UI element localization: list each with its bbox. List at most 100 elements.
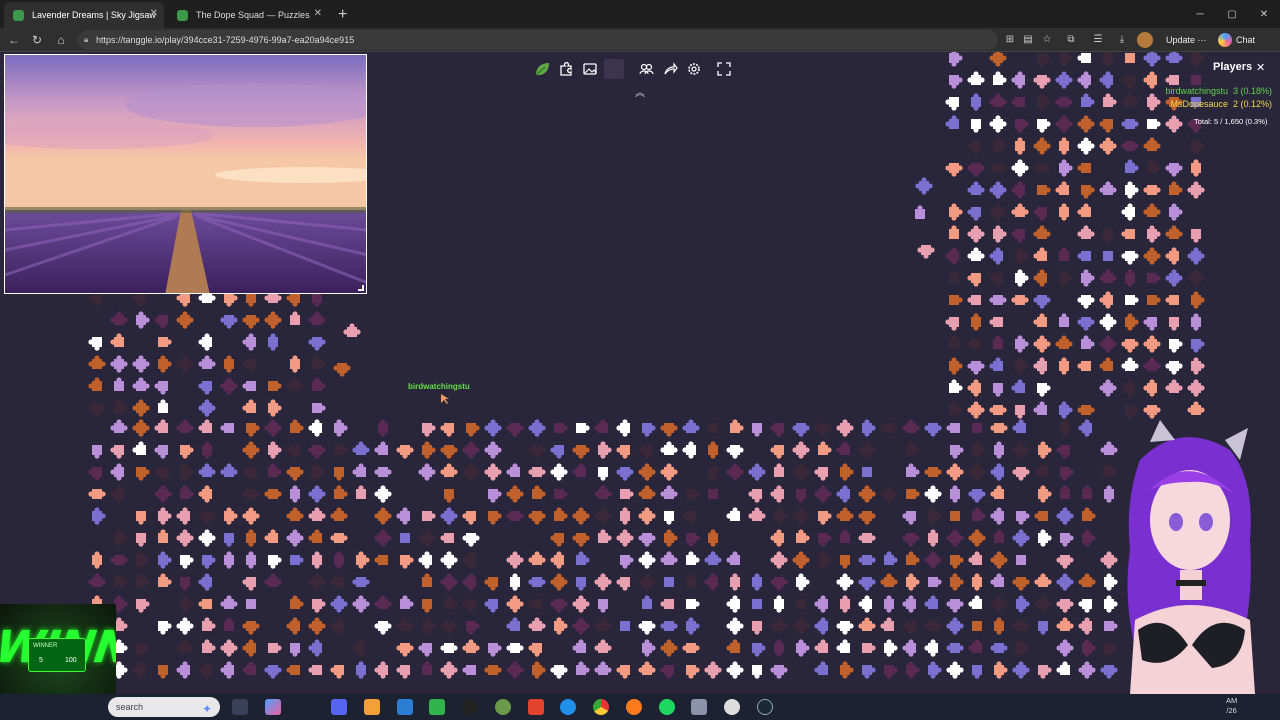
puzzle-piece[interactable] [308, 639, 322, 657]
minimize-icon[interactable]: ─ [1184, 0, 1216, 28]
puzzle-piece[interactable] [726, 639, 740, 653]
puzzle-piece[interactable] [616, 665, 630, 679]
maximize-icon[interactable]: ▢ [1216, 0, 1248, 28]
back-icon[interactable]: ← [6, 32, 22, 48]
puzzle-piece[interactable] [836, 419, 854, 437]
puzzle-piece[interactable] [1147, 295, 1161, 305]
puzzle-piece[interactable] [440, 445, 458, 459]
puzzle-piece[interactable] [308, 573, 326, 591]
puzzle-piece[interactable] [268, 463, 282, 477]
puzzle-piece[interactable] [198, 511, 216, 525]
puzzle-piece[interactable] [967, 247, 985, 261]
puzzle-piece[interactable] [1011, 379, 1025, 393]
puzzle-piece[interactable] [550, 665, 568, 679]
puzzle-piece[interactable] [638, 533, 656, 547]
puzzle-piece[interactable] [1191, 229, 1201, 243]
puzzle-piece[interactable] [308, 665, 322, 675]
puzzle-piece[interactable] [616, 467, 634, 481]
puzzle-piece[interactable] [1033, 207, 1047, 221]
puzzle-piece[interactable] [308, 445, 326, 459]
puzzle-piece[interactable] [620, 489, 634, 499]
puzzle-piece[interactable] [862, 419, 876, 437]
puzzle-piece[interactable] [330, 533, 348, 543]
puzzle-piece[interactable] [686, 551, 700, 565]
puzzle-piece[interactable] [1056, 573, 1074, 591]
copilot-chat-button[interactable]: Chat [1216, 32, 1255, 48]
puzzle-piece[interactable] [858, 441, 876, 459]
puzzle-piece[interactable] [528, 551, 546, 565]
puzzle-piece[interactable] [968, 639, 982, 653]
puzzle-piece[interactable] [967, 273, 981, 287]
puzzle-piece[interactable] [154, 419, 168, 433]
puzzle-piece[interactable] [180, 485, 194, 499]
puzzle-piece[interactable] [620, 555, 634, 569]
puzzle-piece[interactable] [198, 529, 216, 547]
puzzle-piece[interactable] [915, 205, 925, 219]
puzzle-piece[interactable] [1099, 379, 1117, 397]
puzzle-piece[interactable] [506, 511, 524, 521]
puzzle-piece[interactable] [989, 357, 1003, 371]
puzzle-piece[interactable] [946, 463, 964, 481]
puzzle-piece[interactable] [1012, 529, 1030, 547]
puzzle-piece[interactable] [374, 661, 388, 679]
puzzle-piece[interactable] [967, 71, 985, 85]
puzzle-piece[interactable] [462, 441, 480, 459]
puzzle-piece[interactable] [726, 617, 744, 635]
puzzle-piece[interactable] [110, 333, 124, 347]
collapse-toolbar-icon[interactable]: ︽ [632, 84, 648, 99]
puzzle-piece[interactable] [989, 163, 1007, 173]
puzzle-piece[interactable] [796, 573, 810, 591]
puzzle-piece[interactable] [989, 115, 1007, 133]
puzzle-piece[interactable] [990, 551, 1008, 569]
sun-app-icon[interactable] [364, 699, 380, 715]
puzzle-piece[interactable] [396, 617, 414, 631]
puzzle-piece[interactable] [1059, 53, 1073, 67]
puzzle-piece[interactable] [572, 639, 586, 653]
puzzle-piece[interactable] [924, 485, 942, 503]
puzzle-piece[interactable] [1059, 247, 1069, 261]
puzzle-piece[interactable] [242, 381, 256, 391]
puzzle-piece[interactable] [220, 661, 234, 679]
puzzle-piece[interactable] [114, 399, 128, 413]
puzzle-piece[interactable] [818, 533, 832, 547]
puzzle-piece[interactable] [770, 423, 784, 437]
puzzle-piece[interactable] [88, 337, 102, 351]
puzzle-piece[interactable] [990, 463, 1004, 481]
puzzle-piece[interactable] [356, 551, 370, 569]
puzzle-piece[interactable] [154, 381, 168, 395]
puzzle-piece[interactable] [110, 463, 124, 481]
puzzle-piece[interactable] [902, 511, 916, 525]
puzzle-piece[interactable] [1099, 181, 1117, 195]
puzzle-piece[interactable] [180, 595, 194, 613]
puzzle-piece[interactable] [176, 355, 194, 373]
puzzle-piece[interactable] [356, 485, 366, 499]
puzzle-piece[interactable] [708, 529, 718, 547]
puzzle-piece[interactable] [1165, 52, 1183, 63]
puzzle-piece[interactable] [708, 441, 718, 459]
puzzle-piece[interactable] [264, 489, 282, 499]
app-round-icon[interactable] [495, 699, 511, 715]
puzzle-piece[interactable] [902, 533, 920, 547]
puzzle-piece[interactable] [1103, 52, 1113, 67]
puzzle-piece[interactable] [198, 355, 216, 369]
puzzle-piece[interactable] [154, 445, 168, 459]
puzzle-piece[interactable] [858, 485, 876, 503]
puzzle-piece[interactable] [836, 441, 850, 455]
puzzle-piece[interactable] [1059, 313, 1069, 327]
puzzle-piece[interactable] [198, 399, 216, 417]
puzzle-piece[interactable] [949, 379, 963, 393]
puzzle-piece[interactable] [352, 463, 366, 477]
install-app-icon[interactable]: ⊞ [1002, 32, 1018, 48]
puzzle-piece[interactable] [1143, 137, 1161, 151]
puzzle-piece[interactable] [330, 617, 344, 635]
puzzle-piece[interactable] [132, 419, 150, 437]
puzzle-piece[interactable] [1015, 357, 1029, 375]
app-g-icon[interactable] [724, 699, 740, 715]
puzzle-piece[interactable] [154, 485, 172, 503]
puzzle-piece[interactable] [774, 507, 788, 525]
puzzle-piece[interactable] [528, 599, 542, 609]
puzzle-piece[interactable] [686, 617, 700, 635]
puzzle-piece[interactable] [110, 445, 124, 459]
puzzle-piece[interactable] [915, 177, 933, 195]
puzzle-piece[interactable] [1143, 185, 1161, 195]
